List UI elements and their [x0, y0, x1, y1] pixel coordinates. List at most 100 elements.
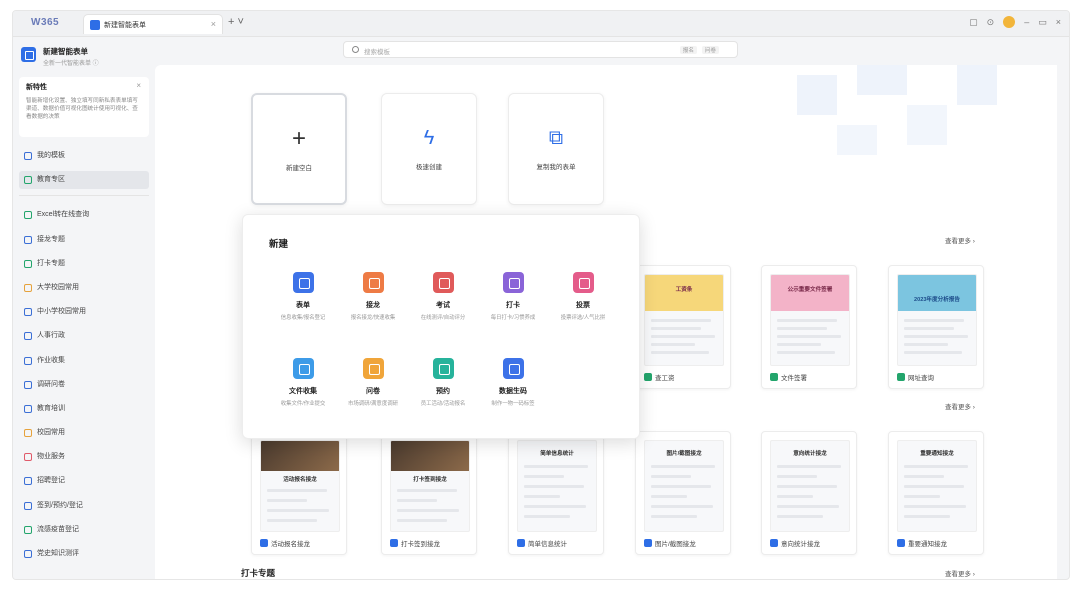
menu-item-desc: 每日打卡/习惯养成	[490, 315, 536, 321]
close-window-button[interactable]: ×	[1056, 17, 1061, 27]
tab-bar: W365 新建智能表单 × + ˅ ▢ ⊙ – ▭ ×	[13, 11, 1069, 37]
sidebar-item-icon	[24, 211, 32, 220]
tab-close-icon[interactable]: ×	[211, 19, 216, 29]
new-menu-item[interactable]: 接龙 报名接龙/快速收集	[339, 272, 407, 321]
template-thumbnail: 工资条	[644, 274, 724, 366]
template-thumbnail: 公示重要文件签署	[770, 274, 850, 366]
create-blank-card[interactable]: + 新建空白	[251, 93, 347, 205]
template-photo	[391, 441, 469, 471]
view-more-link[interactable]: 查看更多 ›	[945, 568, 975, 578]
sidebar-item-label: 党史知识测评	[37, 550, 79, 557]
new-menu-item[interactable]: 问卷 市场调研/满意度调研	[339, 358, 407, 407]
sidebar-item-label: 调研问卷	[37, 380, 65, 388]
template-type-icon	[644, 373, 652, 381]
sidebar-item[interactable]: 人事行政	[19, 327, 149, 345]
template-card[interactable]: 重要通知接龙 重要通知接龙	[888, 431, 984, 555]
sidebar-item[interactable]: 作业收集	[19, 352, 149, 370]
new-menu-popup: 新建 表单 信息收集/报名登记 接龙 报名接龙/快速收集 考试 在线测评/自动评分 打卡 每日…	[242, 214, 640, 439]
new-tab-button[interactable]: + ˅	[228, 16, 244, 28]
new-menu-item[interactable]: 数据生码制作一物一码标签	[479, 358, 547, 407]
sidebar-item[interactable]: 教育专区	[19, 171, 149, 190]
sidebar-item[interactable]: 物业服务	[19, 448, 149, 466]
template-card[interactable]: 简单信息统计 简单信息统计	[508, 431, 604, 555]
new-menu-item[interactable]: 表单 信息收集/报名登记	[269, 272, 337, 321]
sidebar-item-icon	[24, 356, 32, 365]
menu-item-icon	[502, 272, 524, 293]
new-menu-item[interactable]: 投票 投票评选/人气比拼	[549, 272, 617, 321]
menu-item-icon	[292, 272, 314, 293]
template-thumbnail: 活动报名接龙	[260, 440, 340, 532]
template-type-icon	[644, 539, 652, 547]
window-controls: ▢ ⊙ – ▭ ×	[969, 16, 1061, 28]
template-thumbnail: 意向统计接龙	[770, 440, 850, 532]
sidebar-item[interactable]: 打卡专题	[19, 255, 149, 273]
menu-item-label: 打卡	[506, 302, 520, 309]
sidebar-item-icon	[24, 283, 32, 292]
menu-item-icon	[362, 358, 384, 379]
copy-form-label: 复制我的表单	[536, 164, 576, 171]
sidebar-item[interactable]: 大学校园常用	[19, 279, 149, 297]
template-type-icon	[897, 539, 905, 547]
sidebar-item[interactable]: 招聘登记	[19, 472, 149, 490]
thumbnail-title: 简单信息统计	[540, 451, 574, 457]
sidebar-item-icon	[24, 380, 32, 389]
sidebar-item[interactable]: 我的模板	[19, 147, 149, 165]
template-card[interactable]: 2023年度分析报告 网址查询	[888, 265, 984, 389]
tip-body: 智能新增化设置、独立填写同新私表表单填写渠道、数据价值可视化图统计使用可视化、查…	[26, 98, 138, 120]
template-thumbnail: 简单信息统计	[517, 440, 597, 532]
quick-create-card[interactable]: ϟ 极速创建	[381, 93, 477, 205]
new-menu-item[interactable]: 预约 员工活动/活动报名	[409, 358, 477, 407]
sidebar-item[interactable]: 调研问卷	[19, 376, 149, 394]
new-menu-item[interactable]: 打卡每日打卡/习惯养成	[479, 272, 547, 321]
template-footer: 活动报名接龙	[260, 538, 310, 548]
view-more-link[interactable]: 查看更多 ›	[945, 401, 975, 411]
template-card[interactable]: 公示重要文件签署 文件签署	[761, 265, 857, 389]
tip-close-icon[interactable]: ×	[136, 81, 141, 90]
sidebar-item[interactable]: 签到/预约/登记	[19, 497, 149, 515]
menu-item-desc: 制作一物一码标签	[491, 401, 535, 407]
template-card[interactable]: 工资条 查工资	[635, 265, 731, 389]
template-card[interactable]: 意向统计接龙 意向统计接龙	[761, 431, 857, 555]
menu-item-desc: 报名接龙/快速收集	[350, 315, 396, 321]
search-tag-signup[interactable]: 报名	[679, 46, 697, 54]
template-card[interactable]: 活动报名接龙 活动报名接龙	[251, 431, 347, 555]
menu-item-desc: 市场调研/满意度调研	[347, 401, 398, 407]
sidebar-item[interactable]: 教育培训	[19, 400, 149, 418]
sidebar-item[interactable]: Excel转在线查询	[19, 206, 149, 224]
sidebar-item[interactable]: 流感疫苗登记	[19, 521, 149, 539]
sidebar-item[interactable]: 校园常用	[19, 424, 149, 442]
settings-icon[interactable]: ⊙	[987, 17, 995, 28]
menu-item-desc: 投票评选/人气比拼	[560, 315, 606, 321]
search-tag-survey[interactable]: 问卷	[701, 46, 719, 54]
menu-item-icon	[502, 358, 524, 379]
thumbnail-header	[898, 275, 976, 311]
minimize-button[interactable]: –	[1024, 17, 1029, 27]
user-avatar[interactable]	[1003, 16, 1016, 28]
screen-icon[interactable]: ▢	[969, 17, 978, 28]
new-menu-item[interactable]: 文件收集 收集文件/作业提交	[269, 358, 337, 407]
sidebar-item[interactable]: 中小学校园常用	[19, 303, 149, 321]
view-more-link[interactable]: 查看更多 ›	[945, 235, 975, 245]
template-thumbnail: 2023年度分析报告	[897, 274, 977, 366]
tab-new-form[interactable]: 新建智能表单 ×	[83, 14, 223, 34]
new-menu-item[interactable]: 考试 在线测评/自动评分	[409, 272, 477, 321]
template-card[interactable]: 图片/截图接龙 图片/截图接龙	[635, 431, 731, 555]
search-icon	[352, 46, 359, 53]
thumbnail-title: 公示重要文件签署	[787, 287, 833, 293]
template-card[interactable]: 打卡签到接龙 打卡签到接龙	[381, 431, 477, 555]
copy-form-card[interactable]: ⧉ 复制我的表单	[508, 93, 604, 205]
search-input[interactable]: 搜索模板	[364, 46, 390, 56]
maximize-button[interactable]: ▭	[1038, 17, 1047, 28]
template-label: 活动报名接龙	[271, 541, 310, 548]
brand-logo[interactable]: W365	[31, 17, 59, 28]
template-footer: 重要通知接龙	[897, 538, 947, 548]
sidebar-item[interactable]: 接龙专题	[19, 231, 149, 249]
search-bar[interactable]: 搜索模板 报名 问卷	[343, 41, 738, 58]
sidebar-item-label: 我的模板	[37, 152, 65, 159]
sidebar-item-icon	[24, 550, 32, 558]
menu-item-label: 数据生码	[499, 388, 527, 395]
sidebar-item[interactable]: 党史知识测评	[19, 545, 149, 563]
thumbnail-header	[771, 275, 849, 311]
template-type-icon	[770, 373, 778, 381]
section-title-checkin: 打卡专题	[241, 568, 276, 578]
